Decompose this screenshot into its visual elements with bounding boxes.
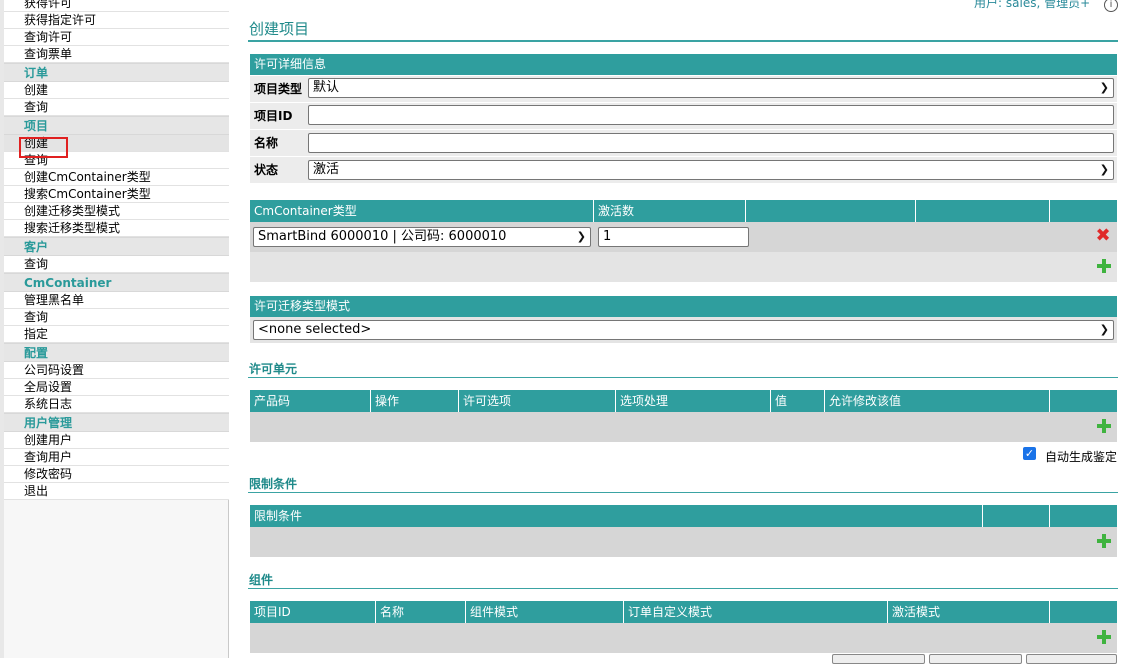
col-activations: 激活数 [594, 200, 746, 222]
project-type-select[interactable]: 默认 ❯ [308, 78, 1114, 98]
info-icon[interactable]: i [1104, 0, 1118, 12]
col-empty [1050, 390, 1117, 412]
nav-section-cmcontainer: CmContainer [4, 273, 229, 292]
cmcontainer-type-value: SmartBind 6000010 | 公司码: 6000010 [258, 229, 507, 244]
license-details-header: 许可详细信息 [250, 54, 1117, 75]
nav-section-order: 订单 [4, 63, 229, 82]
nav-query-user[interactable]: 查询用户 [4, 449, 229, 466]
components-title: 组件 [249, 573, 274, 587]
nav-search-migration-pattern[interactable]: 搜索迁移类型模式 [4, 220, 229, 237]
nav-logout[interactable]: 退出 [4, 483, 229, 500]
nav-query-license[interactable]: 查询许可 [4, 29, 229, 46]
col-operation: 操作 [371, 390, 459, 412]
components-divider [248, 588, 1118, 589]
license-units-title: 许可单元 [249, 362, 298, 376]
col-empty [983, 505, 1050, 527]
col-empty [1050, 505, 1117, 527]
add-license-unit-icon[interactable] [1097, 419, 1111, 433]
nav-section-project: 项目 [4, 116, 229, 135]
nav-section-config: 配置 [4, 343, 229, 362]
status-label: 状态 [250, 157, 306, 183]
sidebar: 获得许可 获得指定许可 查询许可 查询票单 订单 创建 查询 项目 创建 查询 … [0, 0, 229, 658]
nav-create-user[interactable]: 创建用户 [4, 432, 229, 449]
col-empty-2 [916, 200, 1050, 222]
col-allow-modify: 允许修改该值 [825, 390, 1050, 412]
chevron-down-icon: ❯ [1099, 323, 1109, 336]
migration-select[interactable]: <none selected> ❯ [253, 320, 1114, 340]
col-cmcontainer-type: CmContainer类型 [250, 200, 594, 222]
status-select[interactable]: 激活 ❯ [308, 160, 1114, 180]
project-type-value: 默认 [313, 80, 340, 95]
cmcontainer-footer [250, 252, 1117, 282]
main-content: 用户: sales, 管理员+ i 创建项目 许可详细信息 项目类型 默认 ❯ … [248, 0, 1118, 664]
activations-input[interactable]: 1 [598, 227, 749, 247]
col-restriction: 限制条件 [250, 505, 983, 527]
nav-search-cmcontainer-type[interactable]: 搜索CmContainer类型 [4, 186, 229, 203]
cmcontainer-type-select[interactable]: SmartBind 6000010 | 公司码: 6000010 ❯ [253, 227, 591, 247]
nav-change-password[interactable]: 修改密码 [4, 466, 229, 483]
col-option-handling: 选项处理 [616, 390, 771, 412]
status-value: 激活 [313, 162, 340, 177]
nav-get-license[interactable]: 获得许可 [4, 0, 229, 12]
nav-section-user-mgmt: 用户管理 [4, 413, 229, 432]
chevron-down-icon: ❯ [1099, 81, 1109, 94]
nav-order-query[interactable]: 查询 [4, 99, 229, 116]
nav-section-customer: 客户 [4, 237, 229, 256]
nav-project-query[interactable]: 查询 [4, 152, 229, 169]
nav-company-code-settings[interactable]: 公司码设置 [4, 362, 229, 379]
auto-generate-checkbox[interactable]: ✓ [1023, 447, 1036, 460]
name-label: 名称 [250, 130, 306, 156]
col-empty-3 [1050, 200, 1117, 222]
nav-get-specific-license[interactable]: 获得指定许可 [4, 12, 229, 29]
nav-cmcontainer-assign[interactable]: 指定 [4, 326, 229, 343]
components-body [250, 623, 1117, 653]
action-button[interactable] [832, 654, 925, 664]
col-name: 名称 [376, 601, 466, 623]
add-restriction-icon[interactable] [1097, 534, 1111, 548]
nav-create-cmcontainer-type[interactable]: 创建CmContainer类型 [4, 169, 229, 186]
chevron-down-icon: ❯ [1099, 163, 1109, 176]
nav-query-ticket[interactable]: 查询票单 [4, 46, 229, 63]
col-order-custom-pattern: 订单自定义模式 [624, 601, 888, 623]
col-empty-1 [746, 200, 916, 222]
nav-system-log[interactable]: 系统日志 [4, 396, 229, 413]
restrictions-title: 限制条件 [249, 477, 298, 491]
page-title: 创建项目 [249, 20, 310, 38]
migration-value: <none selected> [258, 322, 372, 337]
col-component-pattern: 组件模式 [466, 601, 624, 623]
user-info: 用户: sales, 管理员+ i [974, 0, 1118, 12]
nav-cmcontainer-query[interactable]: 查询 [4, 309, 229, 326]
license-units-divider [248, 377, 1118, 378]
col-product-code: 产品码 [250, 390, 371, 412]
col-empty [1050, 601, 1117, 623]
chevron-down-icon: ❯ [576, 230, 586, 243]
project-type-label: 项目类型 [250, 76, 306, 102]
migration-header: 许可迁移类型模式 [250, 296, 1117, 317]
restrictions-body [250, 527, 1117, 557]
action-button[interactable] [1026, 654, 1117, 664]
delete-icon[interactable]: ✖ [1095, 227, 1111, 245]
col-license-option: 许可选项 [459, 390, 616, 412]
project-id-input[interactable] [308, 105, 1114, 125]
restrictions-divider [248, 492, 1118, 493]
title-divider [248, 40, 1118, 42]
license-units-body [250, 412, 1117, 442]
nav-customer-query[interactable]: 查询 [4, 256, 229, 273]
user-text[interactable]: 用户: sales, 管理员+ [974, 0, 1090, 10]
add-cmcontainer-icon[interactable] [1097, 259, 1111, 273]
project-id-label: 项目ID [250, 103, 306, 129]
nav-manage-blacklist[interactable]: 管理黑名单 [4, 292, 229, 309]
nav-create-migration-pattern[interactable]: 创建迁移类型模式 [4, 203, 229, 220]
name-input[interactable] [308, 133, 1114, 153]
auto-generate-label: 自动生成鉴定 [1045, 450, 1118, 464]
add-component-icon[interactable] [1097, 630, 1111, 644]
col-activation-pattern: 激活模式 [888, 601, 1050, 623]
action-button[interactable] [929, 654, 1022, 664]
nav-order-create[interactable]: 创建 [4, 82, 229, 99]
col-value: 值 [771, 390, 825, 412]
col-project-id: 项目ID [250, 601, 376, 623]
nav-global-settings[interactable]: 全局设置 [4, 379, 229, 396]
nav-project-create[interactable]: 创建 [4, 135, 229, 152]
